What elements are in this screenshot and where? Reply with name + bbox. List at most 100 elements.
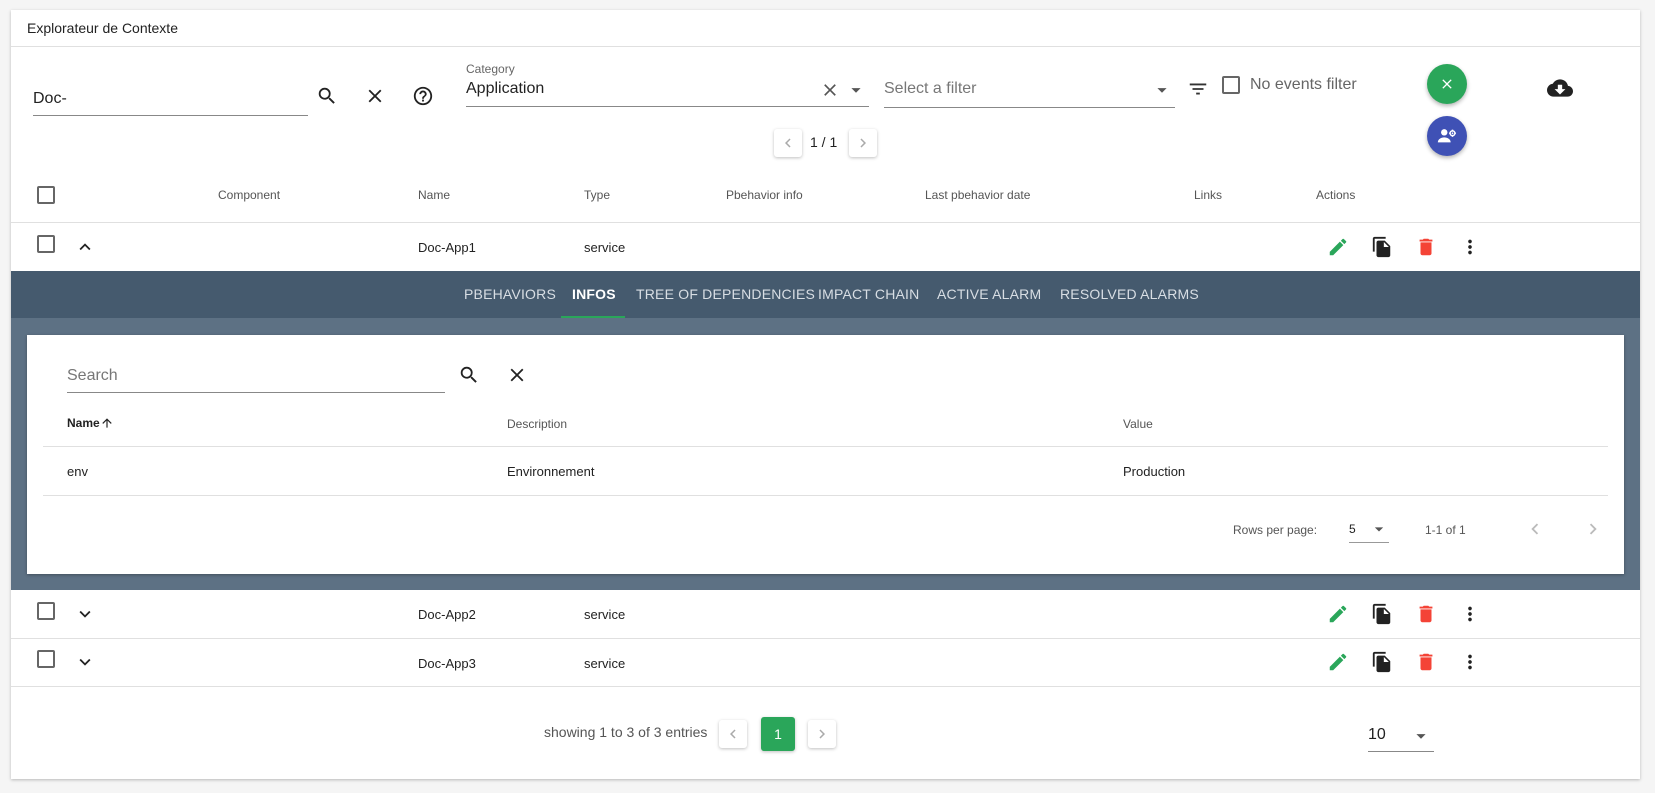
next-page-button[interactable] xyxy=(808,720,836,748)
row-collapse-button[interactable] xyxy=(73,235,97,259)
info-value: Production xyxy=(1123,464,1186,479)
row-type: service xyxy=(584,607,626,622)
row-expand-button[interactable] xyxy=(73,650,97,674)
tab-infos[interactable]: INFOS xyxy=(572,271,616,318)
infos-prev-page-button[interactable] xyxy=(1523,517,1547,541)
search-input[interactable]: Doc- xyxy=(33,80,308,116)
infos-column-header-value[interactable]: Value xyxy=(1123,417,1153,431)
duplicate-button[interactable] xyxy=(1368,648,1396,676)
infos-card: Search Name Description Value env Enviro… xyxy=(27,335,1624,574)
edit-button[interactable] xyxy=(1324,648,1352,676)
tab-impact-chain[interactable]: IMPACT CHAIN xyxy=(818,271,919,318)
table-row: Doc-App3 service xyxy=(11,639,1640,687)
more-actions-button[interactable] xyxy=(1456,600,1484,628)
pencil-icon xyxy=(1329,238,1347,256)
details-tabs: PBEHAVIORS INFOS TREE OF DEPENDENCIES IM… xyxy=(11,271,1640,318)
category-dropdown-toggle[interactable] xyxy=(844,78,868,102)
row-type: service xyxy=(584,240,626,255)
more-vert-icon xyxy=(1468,239,1472,255)
search-icon xyxy=(460,366,477,383)
user-settings-icon xyxy=(1437,129,1456,143)
column-header-links: Links xyxy=(1194,188,1223,202)
column-header-component[interactable]: Component xyxy=(218,188,280,202)
infos-clear-button[interactable] xyxy=(501,359,533,391)
manage-users-fab-button[interactable] xyxy=(1427,116,1467,156)
row-type: service xyxy=(584,656,626,671)
delete-button[interactable] xyxy=(1412,600,1440,628)
per-page-value: 10 xyxy=(1368,726,1386,743)
chevron-left-icon xyxy=(730,729,736,739)
row-expand-button[interactable] xyxy=(73,602,97,626)
more-actions-button[interactable] xyxy=(1456,233,1484,261)
tab-tree-of-dependencies[interactable]: TREE OF DEPENDENCIES xyxy=(636,271,815,318)
filter-settings-button[interactable] xyxy=(1183,74,1213,104)
trash-icon xyxy=(1419,238,1433,256)
delete-button[interactable] xyxy=(1412,648,1440,676)
page-1-button[interactable]: 1 xyxy=(761,717,795,751)
row-checkbox[interactable] xyxy=(37,650,55,668)
tab-pbehaviors[interactable]: PBEHAVIORS xyxy=(464,271,556,318)
edit-button[interactable] xyxy=(1324,233,1352,261)
copy-icon xyxy=(1372,236,1391,258)
filter-list-icon xyxy=(1189,83,1207,95)
row-checkbox[interactable] xyxy=(37,602,55,620)
infos-search-input[interactable]: Search xyxy=(67,357,445,393)
search-input-value: Doc- xyxy=(33,90,67,107)
arrow-drop-down-icon xyxy=(851,88,861,93)
column-header-last-pbehavior-date[interactable]: Last pbehavior date xyxy=(925,188,1030,202)
arrow-drop-down-icon xyxy=(1374,527,1384,532)
category-clear-button[interactable] xyxy=(818,78,842,102)
chevron-right-icon xyxy=(1589,523,1597,535)
help-icon xyxy=(413,86,433,106)
row-name: Doc-App3 xyxy=(418,656,476,671)
pencil-icon xyxy=(1329,653,1347,671)
column-header-actions: Actions xyxy=(1316,188,1356,202)
row-checkbox[interactable] xyxy=(37,235,55,253)
column-header-name[interactable]: Name xyxy=(418,188,450,202)
help-button[interactable] xyxy=(405,78,441,114)
clear-search-button[interactable] xyxy=(357,78,393,114)
tab-resolved-alarms[interactable]: RESOLVED ALARMS xyxy=(1060,271,1199,318)
infos-column-header-description[interactable]: Description xyxy=(507,417,567,431)
edit-button[interactable] xyxy=(1324,600,1352,628)
top-next-page-button[interactable] xyxy=(849,129,877,157)
top-prev-page-button[interactable] xyxy=(774,129,802,157)
no-events-filter-checkbox[interactable] xyxy=(1222,76,1240,94)
column-header-type[interactable]: Type xyxy=(584,188,610,202)
trash-icon xyxy=(1419,605,1433,623)
more-vert-icon xyxy=(1468,654,1472,670)
no-events-filter-label: No events filter xyxy=(1250,76,1357,93)
row-details-panel: Search Name Description Value env Enviro… xyxy=(11,318,1640,590)
export-button[interactable] xyxy=(1542,70,1578,106)
duplicate-button[interactable] xyxy=(1368,600,1396,628)
context-explorer-card: Explorateur de Contexte Doc- Category Ap… xyxy=(11,10,1640,779)
category-select[interactable]: Category Application xyxy=(466,52,869,107)
infos-next-page-button[interactable] xyxy=(1581,517,1605,541)
row-name: Doc-App2 xyxy=(418,607,476,622)
filter-dropdown-toggle[interactable] xyxy=(1150,78,1174,102)
infos-column-header-name-label: Name xyxy=(67,416,100,430)
filter-placeholder: Select a filter xyxy=(884,80,977,97)
chevron-right-icon xyxy=(819,729,825,739)
close-icon xyxy=(368,89,382,103)
table-row: Doc-App2 service xyxy=(11,590,1640,638)
row-name: Doc-App1 xyxy=(418,240,476,255)
search-button[interactable] xyxy=(309,78,345,114)
filter-select[interactable]: Select a filter xyxy=(884,70,1175,108)
close-fab-button[interactable] xyxy=(1427,64,1467,104)
column-header-pbehavior-info[interactable]: Pbehavior info xyxy=(726,188,803,202)
pencil-icon xyxy=(1329,605,1347,623)
infos-column-header-name[interactable]: Name xyxy=(67,416,114,430)
rows-per-page-select[interactable]: 5 xyxy=(1349,515,1389,543)
tab-active-alarm[interactable]: ACTIVE ALARM xyxy=(937,271,1041,318)
more-actions-button[interactable] xyxy=(1456,648,1484,676)
select-all-checkbox[interactable] xyxy=(37,186,55,204)
per-page-select[interactable]: 10 xyxy=(1368,718,1434,752)
infos-search-button[interactable] xyxy=(453,359,485,391)
duplicate-button[interactable] xyxy=(1368,233,1396,261)
prev-page-button[interactable] xyxy=(719,720,747,748)
arrow-drop-down-icon xyxy=(1157,88,1167,93)
delete-button[interactable] xyxy=(1412,233,1440,261)
copy-icon xyxy=(1372,651,1391,673)
info-description: Environnement xyxy=(507,464,595,479)
